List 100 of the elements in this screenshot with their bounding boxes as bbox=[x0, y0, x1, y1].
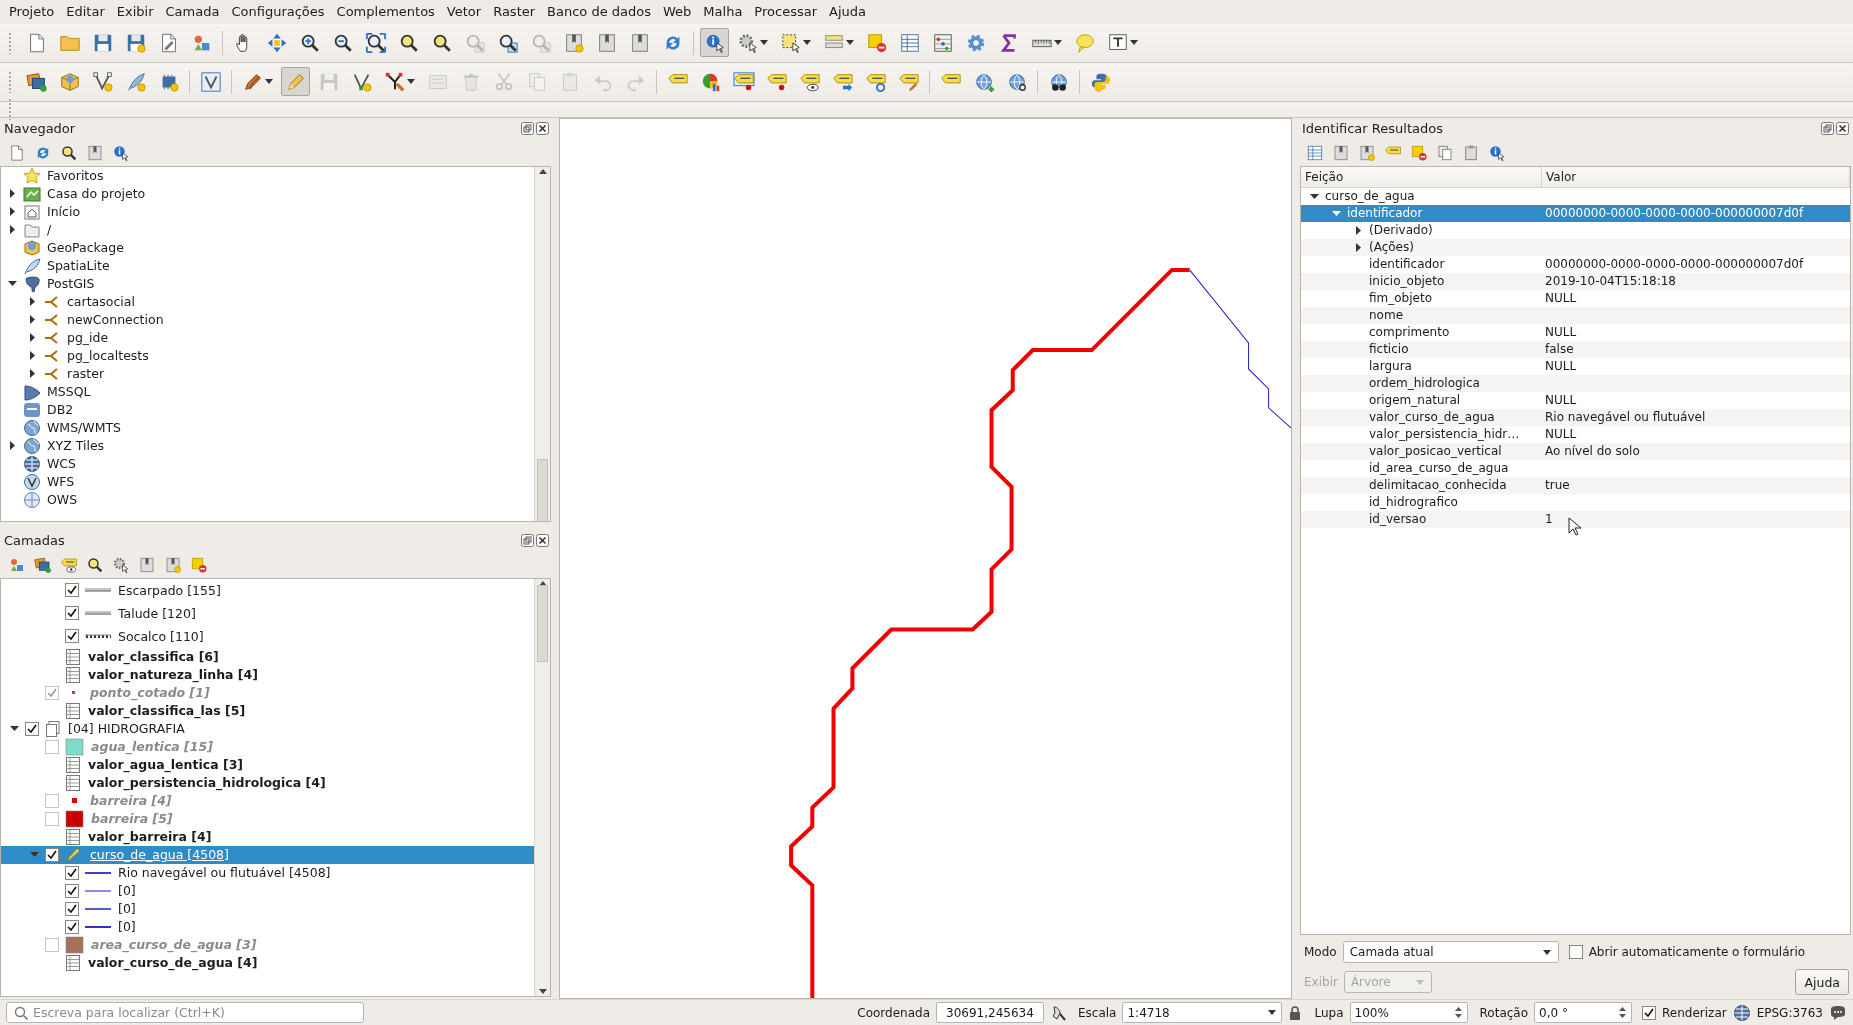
layer-row[interactable]: valor_persistencia_hidrologica [4] bbox=[1, 773, 534, 792]
checkbox[interactable] bbox=[45, 847, 59, 862]
result-row[interactable]: curso_de_agua bbox=[1301, 187, 1850, 205]
layer-row[interactable]: [0] bbox=[1, 917, 534, 936]
layer-row[interactable]: [0] bbox=[1, 899, 534, 918]
checkbox[interactable] bbox=[65, 865, 79, 880]
info-icon[interactable] bbox=[112, 143, 130, 162]
messages-icon[interactable] bbox=[1829, 1004, 1847, 1021]
tree-item[interactable]: WFS bbox=[47, 474, 75, 490]
menu-item[interactable]: Configurações bbox=[225, 4, 331, 20]
checkbox[interactable] bbox=[1568, 945, 1583, 960]
tree-item[interactable]: pg_ide bbox=[67, 330, 109, 346]
layer-row[interactable]: valor_curso_de_agua [4] bbox=[1, 953, 534, 972]
checkbox[interactable] bbox=[25, 721, 39, 736]
layer-row[interactable]: Socalco [110] bbox=[1, 624, 534, 648]
tree-item[interactable]: Início bbox=[47, 204, 81, 220]
layer-row[interactable]: valor_barreira [4] bbox=[1, 827, 534, 846]
checkbox[interactable] bbox=[45, 739, 59, 754]
checkbox[interactable] bbox=[45, 793, 59, 808]
tree-item[interactable]: XYZ Tiles bbox=[47, 438, 105, 454]
result-row[interactable]: largura NULL bbox=[1301, 357, 1850, 375]
result-row[interactable]: inicio_objeto 2019-10-04T15:18:18 bbox=[1301, 272, 1850, 290]
search-field[interactable]: Escreva para localizar (Ctrl+K) bbox=[6, 1002, 364, 1024]
tree-item[interactable]: DB2 bbox=[47, 402, 74, 418]
pencil-icon[interactable] bbox=[281, 67, 310, 97]
lock-icon[interactable] bbox=[1288, 1004, 1303, 1021]
tree-item[interactable]: WCS bbox=[47, 456, 77, 472]
column-header[interactable]: Feição bbox=[1301, 166, 1542, 187]
menu-item[interactable]: Complementos bbox=[330, 4, 441, 20]
result-row[interactable]: (Ações) bbox=[1301, 238, 1850, 256]
close-icon[interactable] bbox=[536, 534, 549, 548]
menu-item[interactable]: Raster bbox=[487, 4, 542, 20]
tree-item[interactable]: raster bbox=[67, 366, 105, 382]
layer-row[interactable]: valor_classifica_las [5] bbox=[1, 701, 534, 720]
checkbox[interactable] bbox=[65, 919, 79, 934]
menu-item[interactable]: Vetor bbox=[440, 4, 488, 20]
result-row[interactable]: delimitacao_conhecida true bbox=[1301, 476, 1850, 494]
close-icon[interactable] bbox=[1836, 122, 1849, 136]
tree-item[interactable]: cartasocial bbox=[67, 294, 135, 310]
result-row[interactable]: (Derivado) bbox=[1301, 221, 1850, 239]
result-row[interactable]: id_versao 1 bbox=[1301, 510, 1850, 528]
result-row[interactable]: origem_natural NULL bbox=[1301, 391, 1850, 409]
result-row[interactable]: valor_persistencia_hidr… NULL bbox=[1301, 425, 1850, 443]
result-row[interactable]: id_hidrografico bbox=[1301, 493, 1850, 511]
result-row[interactable]: valor_curso_de_agua Rio navegável ou flutuável bbox=[1301, 408, 1850, 426]
result-row[interactable]: comprimento NULL bbox=[1301, 323, 1850, 341]
mode-dropdown[interactable]: Camada atual bbox=[1342, 941, 1559, 964]
tree-item[interactable]: PostGIS bbox=[47, 276, 95, 292]
result-row[interactable]: fim_objeto NULL bbox=[1301, 289, 1850, 307]
tree-item[interactable]: Favoritos bbox=[47, 168, 104, 184]
layer-row[interactable]: [04] HIDROGRAFIA bbox=[1, 719, 534, 738]
menu-item[interactable]: Web bbox=[657, 4, 698, 20]
layer-row[interactable]: valor_agua_lentica [3] bbox=[1, 755, 534, 774]
result-row[interactable]: ordem_hidrologica bbox=[1301, 374, 1850, 392]
crs-label[interactable]: EPSG:3763 bbox=[1756, 1005, 1823, 1020]
result-row[interactable]: id_area_curso_de_agua bbox=[1301, 459, 1850, 477]
checkbox[interactable] bbox=[45, 937, 59, 952]
spin-arrows-icon[interactable] bbox=[1618, 1006, 1628, 1020]
result-row[interactable]: valor_posicao_vertical Ao nível do solo bbox=[1301, 442, 1850, 460]
magnifier-field[interactable]: 100% bbox=[1349, 1002, 1468, 1024]
result-row[interactable]: nome bbox=[1301, 306, 1850, 324]
layer-row[interactable]: curso_de_agua [4508] bbox=[1, 845, 534, 864]
scroll-bar[interactable] bbox=[534, 166, 550, 521]
scale-dropdown[interactable]: 1:4718 bbox=[1122, 1002, 1283, 1024]
copy-icon[interactable] bbox=[1436, 143, 1454, 162]
close-icon[interactable] bbox=[536, 122, 549, 136]
tree-item[interactable]: MSSQL bbox=[47, 384, 91, 400]
menu-item[interactable]: Camada bbox=[159, 4, 226, 20]
help-button[interactable]: Ajuda bbox=[1795, 969, 1849, 996]
menu-item[interactable]: Banco de dados bbox=[541, 4, 657, 20]
result-row[interactable]: ficticio false bbox=[1301, 340, 1850, 358]
float-panel-icon[interactable] bbox=[521, 122, 534, 136]
tree-item[interactable]: / bbox=[47, 222, 52, 238]
layer-row[interactable]: Escarpado [155] bbox=[1, 578, 534, 602]
checkbox[interactable] bbox=[45, 685, 59, 700]
scroll-bar[interactable] bbox=[534, 578, 550, 997]
menu-item[interactable]: Ajuda bbox=[823, 4, 872, 20]
result-row[interactable]: identificador 00000000-0000-0000-0000-000000007d0f bbox=[1301, 204, 1850, 222]
column-header[interactable]: Valor bbox=[1542, 166, 1850, 187]
menu-item[interactable]: Projeto bbox=[3, 4, 61, 20]
checkbox[interactable] bbox=[65, 629, 79, 644]
info-cursor-icon[interactable] bbox=[700, 28, 729, 58]
tree-item[interactable]: WMS/WMTS bbox=[47, 420, 121, 436]
checkbox[interactable] bbox=[65, 883, 79, 898]
tree-item[interactable]: newConnection bbox=[67, 312, 164, 328]
layer-row[interactable]: [0] bbox=[1, 881, 534, 900]
checkbox[interactable] bbox=[65, 606, 79, 621]
tree-item[interactable]: GeoPackage bbox=[47, 240, 124, 256]
menu-item[interactable]: Exibir bbox=[110, 4, 160, 20]
menu-item[interactable]: Malha bbox=[697, 4, 749, 20]
float-panel-icon[interactable] bbox=[1821, 122, 1834, 136]
checkbox[interactable] bbox=[65, 901, 79, 916]
layer-row[interactable]: valor_natureza_linha [4] bbox=[1, 665, 534, 684]
tree-item[interactable]: Casa do projeto bbox=[47, 186, 146, 202]
result-row[interactable]: identificador 00000000-0000-0000-0000-000000007d0f bbox=[1301, 255, 1850, 273]
coordinate-field[interactable]: 30691,245634 bbox=[936, 1002, 1044, 1024]
checkbox[interactable] bbox=[65, 583, 79, 598]
menu-item[interactable]: Editar bbox=[60, 4, 111, 20]
spin-arrows-icon[interactable] bbox=[1453, 1006, 1463, 1020]
tree-item[interactable]: SpatiaLite bbox=[47, 258, 110, 274]
